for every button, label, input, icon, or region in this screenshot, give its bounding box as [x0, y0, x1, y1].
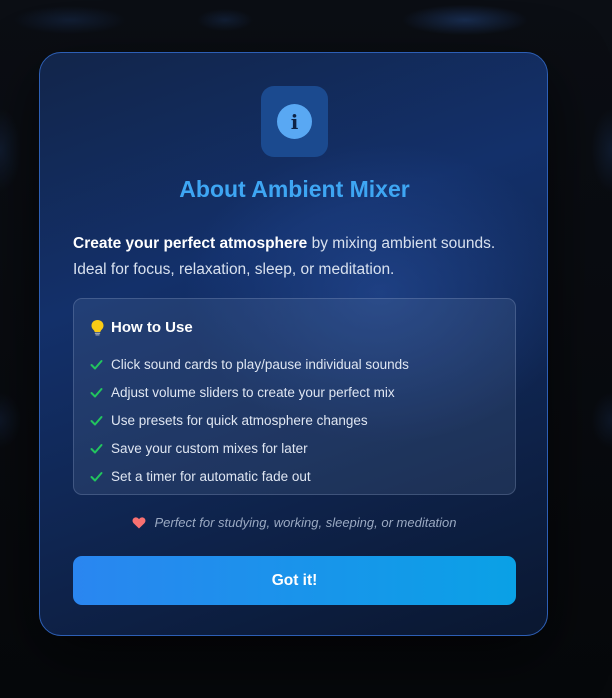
info-icon-container: i [261, 86, 328, 157]
dialog-intro: Create your perfect atmosphere by mixing… [73, 231, 523, 283]
tagline-text: Perfect for studying, working, sleeping,… [154, 515, 457, 530]
list-item-text: Save your custom mixes for later [111, 440, 308, 456]
check-icon [90, 414, 103, 427]
heart-icon [132, 516, 146, 529]
how-to-use-heading: How to Use [90, 319, 193, 336]
tagline: Perfect for studying, working, sleeping,… [40, 515, 549, 530]
how-to-use-list: Click sound cards to play/pause individu… [90, 350, 409, 490]
check-icon [90, 386, 103, 399]
about-dialog: i About Ambient Mixer Create your perfec… [39, 52, 548, 636]
list-item: Save your custom mixes for later [90, 434, 409, 462]
intro-emphasis: Create your perfect atmosphere [73, 235, 308, 252]
got-it-button[interactable]: Got it! [73, 556, 516, 605]
dialog-title: About Ambient Mixer [179, 176, 410, 202]
list-item-text: Set a timer for automatic fade out [111, 468, 311, 484]
info-icon: i [277, 104, 312, 139]
list-item: Click sound cards to play/pause individu… [90, 350, 409, 378]
list-item-text: Adjust volume sliders to create your per… [111, 384, 395, 400]
list-item: Adjust volume sliders to create your per… [90, 378, 409, 406]
list-item: Set a timer for automatic fade out [90, 462, 409, 490]
list-item-text: Click sound cards to play/pause individu… [111, 356, 409, 372]
lightbulb-icon [90, 319, 105, 336]
how-to-use-panel: How to Use Click sound cards to play/pau… [73, 298, 516, 495]
list-item: Use presets for quick atmosphere changes [90, 406, 409, 434]
how-to-use-title: How to Use [111, 319, 193, 336]
list-item-text: Use presets for quick atmosphere changes [111, 412, 368, 428]
check-icon [90, 358, 103, 371]
check-icon [90, 442, 103, 455]
check-icon [90, 470, 103, 483]
